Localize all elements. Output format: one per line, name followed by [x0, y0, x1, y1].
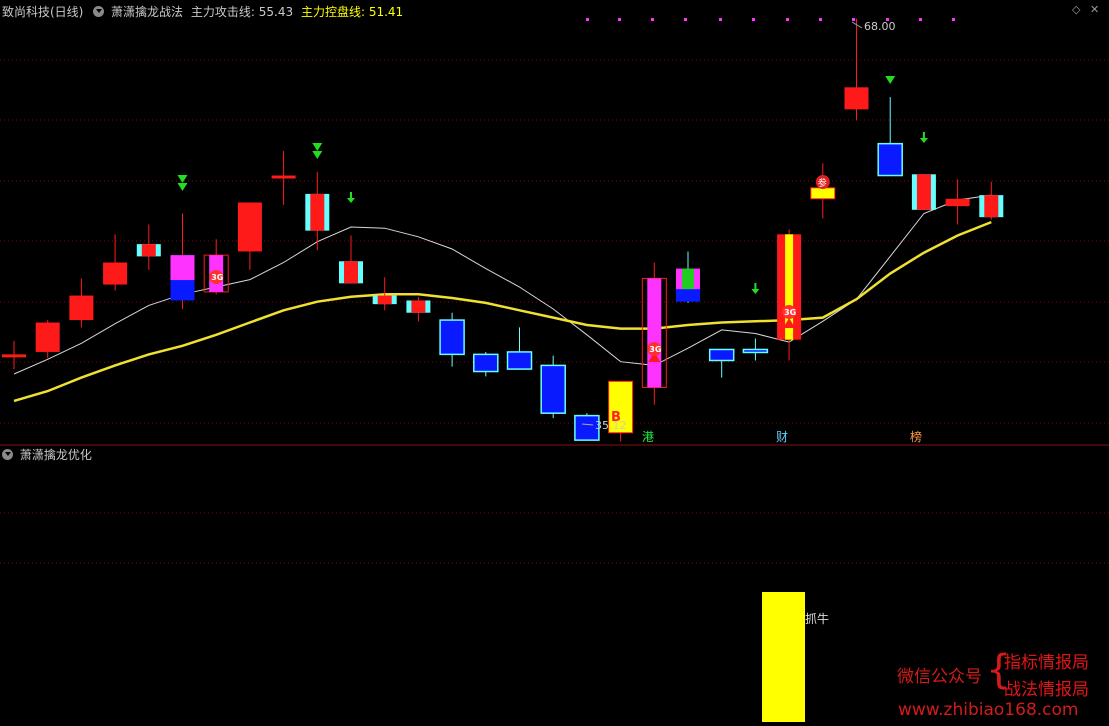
candle-body: [540, 364, 566, 414]
tag-gang: 港: [642, 430, 654, 444]
candles: [2, 18, 1004, 442]
attack-value: 55.43: [258, 5, 294, 19]
top-marker: [852, 18, 855, 21]
3g-badge-text: 3G: [211, 273, 223, 282]
stock-name: 致尚科技(日线): [2, 5, 84, 19]
candle-body: [810, 187, 836, 200]
candle-body: [708, 348, 735, 362]
candle-body: [439, 319, 465, 356]
signal-label: 抓牛: [805, 612, 830, 626]
top-marker: [618, 18, 621, 21]
3g-badge-text: 3G: [784, 308, 796, 317]
high-label: 68.00: [864, 20, 896, 33]
top-marker: [719, 18, 722, 21]
wechat-label: 微信公众号: [897, 667, 982, 687]
candle-body: [271, 175, 296, 179]
top-marker: [952, 18, 955, 21]
kline-chart[interactable]: 3G3G3G参 68.00 35.12 B 港 财 榜: [0, 0, 1109, 726]
candle-core: [647, 278, 662, 388]
candle-body: [35, 322, 60, 352]
top-marker: [684, 18, 687, 21]
candle-body: [506, 351, 533, 370]
top-markers: [586, 18, 955, 21]
indicator-name: 萧潇擒龙战法: [111, 5, 184, 19]
candle-core: [141, 244, 156, 257]
attack-line: [13, 194, 992, 375]
close-icon[interactable]: ✕: [1090, 3, 1099, 16]
small-arrow-icon: [919, 138, 928, 143]
chart-header: 致尚科技(日线) 萧潇擒龙战法 主力攻击线: 55.43 主力控盘线: 51.4…: [2, 3, 403, 20]
candle-core: [310, 193, 325, 231]
control-value: 51.41: [368, 5, 404, 19]
down-arrow-icon: [177, 175, 188, 183]
top-marker: [819, 18, 822, 21]
top-marker: [919, 18, 922, 21]
tag-bang: 榜: [910, 429, 922, 444]
watermark-line2: 战法情报局: [1004, 680, 1089, 700]
diamond-icon[interactable]: ◇: [1072, 3, 1080, 16]
candle-core: [377, 295, 392, 305]
candle-body: [877, 142, 903, 177]
tag-cai: 财: [776, 430, 788, 444]
3g-badge-text: 3G: [649, 345, 661, 354]
down-arrow-icon: [885, 76, 896, 84]
candle-core: [916, 174, 931, 210]
top-marker: [586, 18, 589, 21]
control-label: 主力控盘线:: [300, 5, 365, 19]
candle-core: [984, 195, 999, 218]
candle-core: [682, 268, 694, 290]
candle-body: [69, 295, 94, 321]
sub-panel-header: 萧潇擒龙优化: [2, 446, 92, 463]
candle-core: [344, 261, 358, 284]
candle-body: [2, 354, 26, 358]
candle-body: [742, 348, 769, 354]
dropdown-icon[interactable]: [93, 6, 105, 17]
top-marker: [752, 18, 755, 21]
watermark-line1: 指标情报局: [1004, 653, 1089, 673]
candle-core: [411, 300, 426, 313]
grid-lines: [0, 59, 1109, 564]
candle-core: [170, 255, 195, 281]
attack-label: 主力攻击线:: [190, 5, 255, 19]
top-marker: [786, 18, 789, 21]
candle-body: [945, 198, 970, 207]
signal-bar: [762, 592, 805, 722]
small-arrow-icon: [347, 198, 355, 203]
candle-body: [844, 87, 869, 110]
sub-panel-title: 萧潇擒龙优化: [19, 448, 92, 462]
down-arrow-icon: [177, 183, 188, 191]
can-badge-text: 参: [818, 177, 827, 189]
buy-label: B: [611, 410, 621, 425]
dropdown-icon[interactable]: [2, 449, 13, 460]
down-arrow-icon: [312, 143, 323, 151]
watermark-url: www.zhibiao168.com: [898, 700, 1079, 720]
down-arrow-icon: [312, 151, 323, 159]
small-arrow-icon: [751, 289, 760, 294]
candle-body: [103, 262, 128, 285]
top-marker: [651, 18, 654, 21]
candle-body: [473, 353, 499, 373]
